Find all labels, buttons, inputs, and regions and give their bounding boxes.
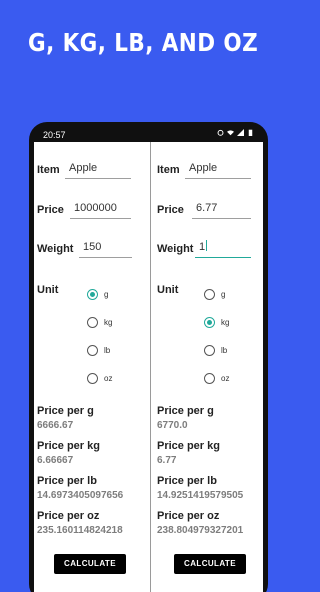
hero-title: G, KG, LB, AND OZ	[28, 28, 259, 57]
radio-selected-icon	[204, 317, 215, 328]
right-calculator: Item Apple Price 6.77 Weight 1 Unit g kg…	[157, 142, 263, 592]
price-per-lb-value: 14.6973405097656	[37, 490, 124, 501]
item-label: Item	[37, 164, 60, 176]
price-input[interactable]: 6.77	[192, 199, 251, 219]
price-per-oz-value: 238.804979327201	[157, 525, 244, 536]
radio-icon	[87, 317, 98, 328]
weight-label: Weight	[157, 243, 194, 255]
unit-label: Unit	[37, 284, 59, 296]
unit-radio-kg[interactable]: kg	[87, 317, 112, 328]
price-per-oz-label: Price per oz	[37, 510, 100, 522]
price-per-kg-label: Price per kg	[37, 440, 100, 452]
price-input[interactable]: 1000000	[70, 199, 131, 219]
status-bar: 20:57	[29, 128, 268, 142]
item-label: Item	[157, 164, 180, 176]
radio-icon	[87, 373, 98, 384]
radio-icon	[204, 345, 215, 356]
phone-frame: 20:57 Item Apple Price 1000000 Weight 15…	[29, 122, 268, 592]
price-per-lb-label: Price per lb	[37, 475, 97, 487]
battery-icon	[248, 129, 253, 136]
price-per-g-value: 6770.0	[157, 420, 188, 431]
price-per-kg-label: Price per kg	[157, 440, 220, 452]
radio-icon	[87, 345, 98, 356]
unit-radio-g[interactable]: g	[87, 289, 108, 300]
alarm-icon	[217, 129, 224, 136]
calculate-button[interactable]: CALCULATE	[174, 554, 246, 574]
status-icons	[217, 129, 254, 136]
unit-radio-kg[interactable]: kg	[204, 317, 229, 328]
unit-radio-oz[interactable]: oz	[87, 373, 112, 384]
price-per-lb-label: Price per lb	[157, 475, 217, 487]
price-per-kg-value: 6.77	[157, 455, 177, 466]
unit-radio-g[interactable]: g	[204, 289, 225, 300]
weight-label: Weight	[37, 243, 74, 255]
radio-icon	[204, 289, 215, 300]
app-screen: Item Apple Price 1000000 Weight 150 Unit…	[34, 142, 263, 592]
price-per-g-label: Price per g	[37, 405, 94, 417]
unit-radio-lb[interactable]: lb	[87, 345, 110, 356]
wifi-icon	[227, 130, 234, 136]
price-per-lb-value: 14.9251419579505	[157, 490, 244, 501]
price-per-g-value: 6666.67	[37, 420, 74, 431]
unit-label: Unit	[157, 284, 179, 296]
radio-selected-icon	[87, 289, 98, 300]
text-caret	[206, 240, 208, 251]
item-input[interactable]: Apple	[185, 159, 251, 179]
price-per-oz-label: Price per oz	[157, 510, 220, 522]
calculate-button[interactable]: CALCULATE	[54, 554, 126, 574]
price-label: Price	[157, 204, 184, 216]
signal-icon	[237, 129, 244, 136]
left-calculator: Item Apple Price 1000000 Weight 150 Unit…	[37, 142, 151, 592]
price-label: Price	[37, 204, 64, 216]
unit-radio-oz[interactable]: oz	[204, 373, 229, 384]
status-time: 20:57	[43, 130, 66, 140]
price-per-g-label: Price per g	[157, 405, 214, 417]
item-input[interactable]: Apple	[65, 159, 131, 179]
price-per-kg-value: 6.66667	[37, 455, 74, 466]
radio-icon	[204, 373, 215, 384]
weight-input[interactable]: 1	[195, 238, 251, 258]
price-per-oz-value: 235.160114824218	[37, 525, 123, 536]
unit-radio-lb[interactable]: lb	[204, 345, 227, 356]
weight-input[interactable]: 150	[79, 238, 132, 258]
